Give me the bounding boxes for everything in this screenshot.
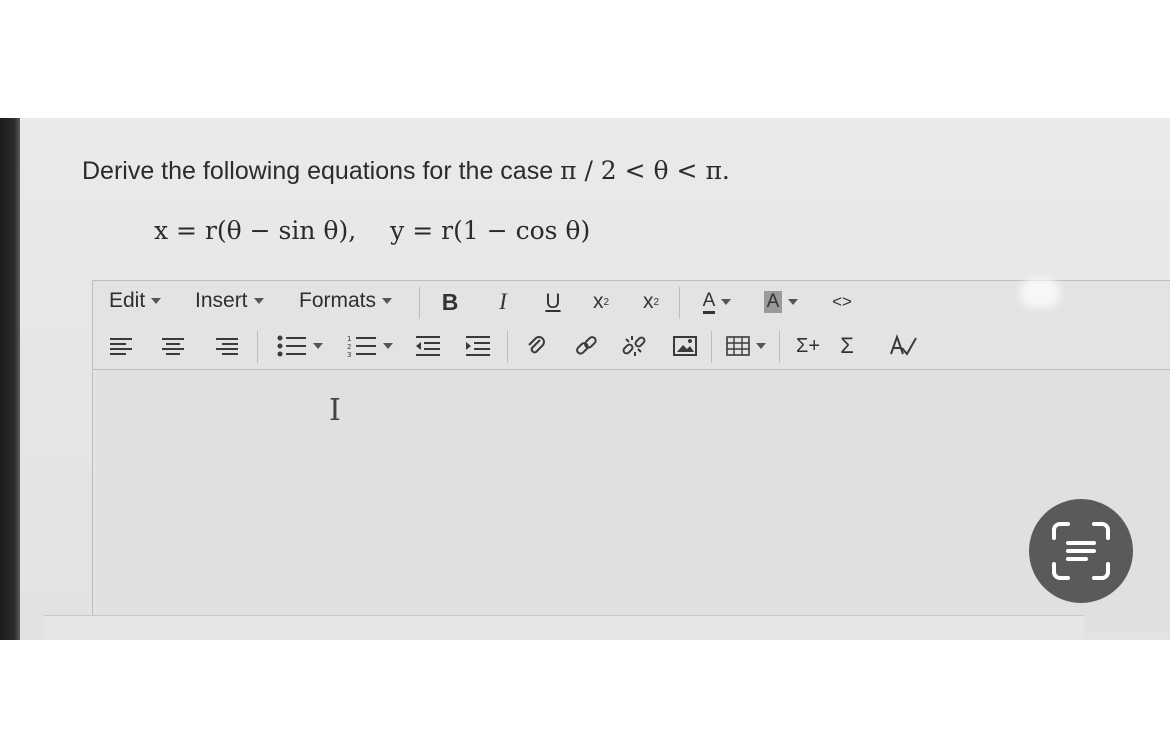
menu-edit[interactable]: Edit <box>109 289 162 313</box>
menu-insert-label: Insert <box>195 289 248 312</box>
chevron-down-icon <box>313 343 323 349</box>
underline-label: U <box>545 290 561 313</box>
scan-text-button[interactable] <box>1029 499 1133 603</box>
menu-edit-label: Edit <box>109 289 146 312</box>
source-code-button[interactable]: <> <box>827 287 857 317</box>
spellcheck-icon[interactable] <box>887 331 919 361</box>
indent-icon[interactable] <box>465 331 491 361</box>
editor-status-bar <box>44 615 1084 640</box>
sigma-plus-label: Σ+ <box>795 334 821 357</box>
text-cursor-icon: I <box>329 393 341 428</box>
numbered-list-icon: 123 <box>347 335 376 357</box>
link-icon[interactable] <box>571 331 601 361</box>
screen-glare <box>1020 278 1060 308</box>
chevron-down-icon <box>756 343 766 349</box>
subscript-label: x <box>592 290 604 313</box>
underline-button[interactable]: U <box>539 287 567 317</box>
equation-button[interactable]: Σ <box>835 331 859 361</box>
menu-insert[interactable]: Insert <box>195 289 264 313</box>
chevron-down-icon <box>721 299 732 305</box>
chevron-down-icon <box>788 299 799 305</box>
italic-label: I <box>499 289 507 314</box>
subscript-button[interactable]: x2 <box>586 287 616 317</box>
bold-button[interactable]: B <box>436 287 464 317</box>
toolbar-row-1: Edit Insert Formats B I U x2 x2 A A <> <box>93 281 1170 325</box>
editor-content-area[interactable]: I <box>97 371 1170 631</box>
image-icon[interactable] <box>671 331 699 361</box>
table-icon <box>726 336 750 356</box>
equation-x: x = r(θ − sin θ), <box>154 216 357 245</box>
background-color-label: A <box>763 291 783 313</box>
chevron-down-icon <box>382 298 393 305</box>
svg-text:1: 1 <box>347 335 351 343</box>
sigma-label: Σ <box>840 333 854 358</box>
equation-add-button[interactable]: Σ+ <box>793 331 823 361</box>
align-center-icon[interactable] <box>161 331 185 361</box>
bullet-list-icon <box>277 335 306 357</box>
background-color-button[interactable]: A <box>755 287 807 317</box>
menu-formats[interactable]: Formats <box>299 289 393 313</box>
align-left-icon[interactable] <box>109 331 133 361</box>
screen: Derive the following equations for the c… <box>20 118 1170 640</box>
question-condition: π / 2 < θ < π. <box>560 156 730 185</box>
question-text: Derive the following equations for the c… <box>82 156 730 186</box>
svg-text:2: 2 <box>347 343 351 351</box>
align-right-icon[interactable] <box>215 331 239 361</box>
table-button[interactable] <box>723 331 769 361</box>
superscript-label: x <box>642 290 654 313</box>
chevron-down-icon <box>383 343 393 349</box>
numbered-list-button[interactable]: 123 <box>345 331 395 361</box>
bold-label: B <box>441 288 459 315</box>
scan-text-icon <box>1052 522 1110 580</box>
unlink-icon[interactable] <box>619 331 649 361</box>
bullet-list-button[interactable] <box>275 331 325 361</box>
outdent-icon[interactable] <box>415 331 441 361</box>
question-prompt: Derive the following equations for the c… <box>82 157 561 185</box>
equation-y: y = r(1 − cos θ) <box>390 216 591 245</box>
source-code-label: <> <box>832 292 852 311</box>
photo-area: Derive the following equations for the c… <box>0 118 1170 640</box>
superscript-button[interactable]: x2 <box>636 287 666 317</box>
svg-text:3: 3 <box>347 351 351 357</box>
chevron-down-icon <box>151 298 162 305</box>
font-color-label: A <box>702 290 716 314</box>
equations: x = r(θ − sin θ), y = r(1 − cos θ) <box>154 216 590 245</box>
rich-text-editor: Edit Insert Formats B I U x2 x2 A A <> 1… <box>92 280 1170 640</box>
toolbar-row-2: 123 Σ+ Σ <box>93 325 1170 370</box>
paperclip-icon[interactable] <box>523 331 549 361</box>
menu-formats-label: Formats <box>299 289 377 312</box>
font-color-button[interactable]: A <box>693 287 741 317</box>
italic-button[interactable]: I <box>489 287 517 317</box>
chevron-down-icon <box>253 298 264 305</box>
